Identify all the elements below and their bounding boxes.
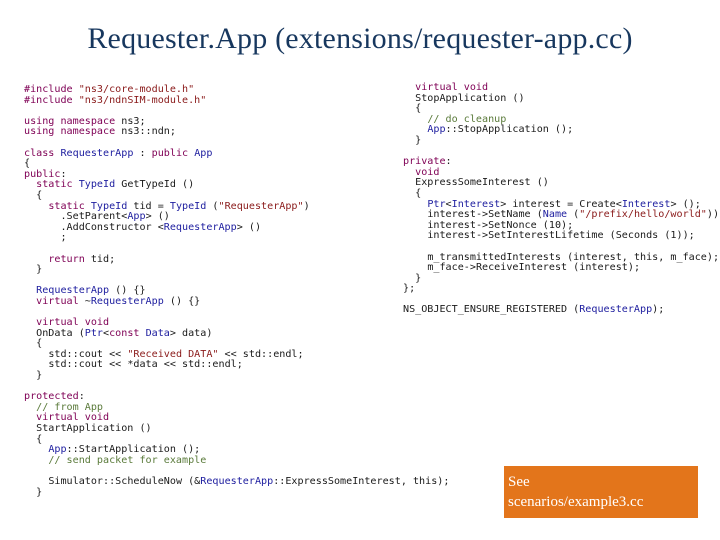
code-line: }: [24, 486, 43, 498]
slide-title: Requester.App (extensions/requester-app.…: [87, 22, 633, 55]
code-line: Simulator::ScheduleNow (&RequesterApp::E…: [48, 475, 450, 487]
callout-note: See scenarios/example3.cc: [504, 466, 698, 518]
code-line: std::cout << *data << std::endl;: [48, 359, 243, 371]
code-line: OnData (Ptr<const Data> data): [36, 327, 213, 339]
code-line: }: [24, 370, 43, 382]
code-line: interest->SetInterestLifetime (Seconds (…: [427, 230, 695, 242]
code-line: {: [24, 158, 31, 170]
code-line: }: [403, 134, 422, 146]
code-line: virtual ~RequesterApp () {}: [36, 295, 201, 307]
code-line: }: [403, 272, 422, 284]
code-line: #include "ns3/ndnSIM-module.h": [24, 94, 207, 106]
callout-note-line-1: See: [508, 474, 530, 490]
code-line: }: [24, 264, 43, 276]
code-line: static TypeId GetTypeId (): [36, 179, 195, 191]
code-block-right: virtual void StopApplication () { // do …: [403, 82, 720, 316]
code-line: class RequesterApp : public App: [24, 147, 213, 159]
code-line: App::StopApplication ();: [427, 124, 574, 136]
code-line: StopApplication (): [415, 92, 525, 104]
code-line: {: [403, 187, 422, 199]
code-line: };: [403, 283, 416, 295]
code-line: StartApplication (): [36, 423, 152, 434]
code-line: using namespace ns3::ndn;: [24, 126, 176, 138]
code-line: ;: [24, 232, 67, 244]
callout-note-line-2: scenarios/example3.cc: [508, 494, 644, 510]
code-block-left: #include "ns3/core-module.h" #include "ns…: [24, 84, 450, 498]
code-line: NS_OBJECT_ENSURE_REGISTERED (RequesterAp…: [403, 304, 665, 316]
code-line: .AddConstructor <RequesterApp> (): [24, 221, 262, 233]
code-line: // send packet for example: [48, 454, 207, 466]
code-line: m_face->ReceiveInterest (interest);: [427, 262, 641, 274]
code-line: virtual void: [415, 82, 489, 93]
code-line: private:: [403, 156, 452, 168]
code-line: ExpressSomeInterest (): [415, 177, 549, 189]
code-line: return tid;: [48, 253, 116, 265]
